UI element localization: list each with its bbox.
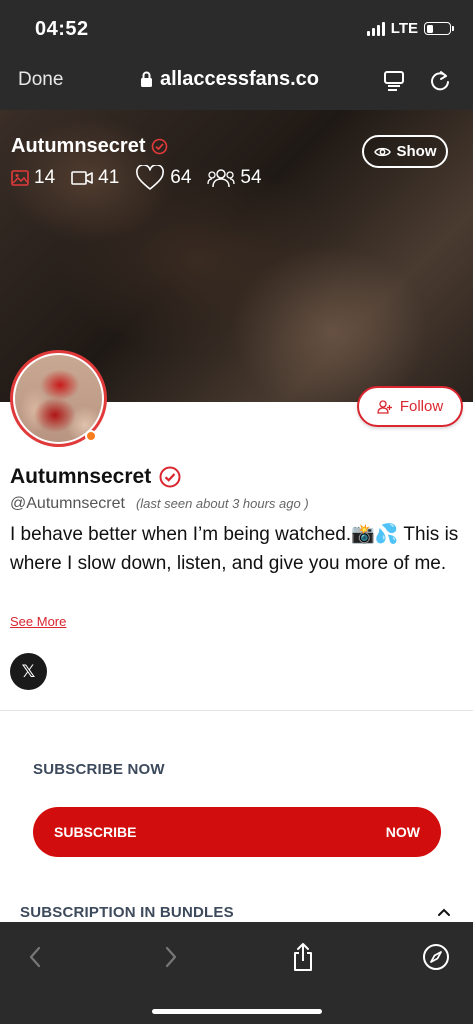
share-icon xyxy=(294,943,312,971)
followers-count: 54 xyxy=(240,167,262,188)
likes-count: 64 xyxy=(170,167,192,188)
lock-icon xyxy=(141,71,152,87)
back-button[interactable] xyxy=(20,942,50,972)
divider xyxy=(0,710,473,711)
x-social-button[interactable]: 𝕏 xyxy=(10,653,47,690)
chevron-left-icon xyxy=(29,946,41,968)
subscribe-button-now: NOW xyxy=(385,824,420,840)
cover-name: Autumnsecret xyxy=(11,135,168,158)
see-more-link[interactable]: See More xyxy=(10,614,66,629)
network-type: LTE xyxy=(390,20,418,37)
last-seen: (last seen about 3 hours ago ) xyxy=(135,496,309,511)
likes-stat: 64 xyxy=(135,165,191,191)
profile-handle: @Autumnsecret xyxy=(10,495,125,512)
videos-stat: 41 xyxy=(71,167,119,189)
status-time: 04:52 xyxy=(35,18,89,40)
video-icon xyxy=(71,171,93,185)
done-button[interactable]: Done xyxy=(18,69,63,91)
reader-icon[interactable] xyxy=(383,70,405,92)
image-icon xyxy=(11,170,29,186)
follow-label: Follow xyxy=(399,398,444,415)
reload-icon[interactable] xyxy=(429,70,451,92)
subscribe-button-label: SUBSCRIBE xyxy=(54,824,137,840)
url-bar[interactable]: allaccessfans.co xyxy=(140,68,319,91)
browser-bar: Done allaccessfans.co xyxy=(0,56,473,110)
status-indicators: LTE xyxy=(366,20,454,37)
status-bar: 04:52 LTE xyxy=(0,0,473,56)
signal-icon xyxy=(366,21,385,36)
verified-icon xyxy=(152,138,168,155)
profile-bio: I behave better when I’m being watched.📸… xyxy=(10,524,459,574)
cover-name-text: Autumnsecret xyxy=(11,135,146,157)
compass-icon xyxy=(423,944,449,970)
chevron-up-icon[interactable] xyxy=(437,907,451,917)
photos-count: 14 xyxy=(34,167,56,188)
followers-stat: 54 xyxy=(207,167,262,189)
photos-stat: 14 xyxy=(11,167,55,189)
battery-icon xyxy=(424,22,454,35)
home-indicator xyxy=(152,1009,322,1014)
videos-count: 41 xyxy=(98,167,120,188)
url-text: allaccessfans.co xyxy=(160,68,319,90)
profile-name: Autumnsecret xyxy=(10,465,181,489)
eye-icon xyxy=(373,147,391,156)
heart-icon xyxy=(136,165,165,190)
cover-stats: 14 41 64 54 xyxy=(11,165,278,191)
subscribe-button[interactable]: SUBSCRIBE NOW xyxy=(33,807,441,857)
verified-icon xyxy=(159,466,181,488)
follow-button[interactable]: Follow xyxy=(357,386,463,427)
users-icon xyxy=(207,169,236,188)
avatar-image xyxy=(15,355,102,442)
show-label: Show xyxy=(396,143,437,160)
add-user-icon xyxy=(377,399,392,414)
show-button[interactable]: Show xyxy=(362,135,448,168)
handle-row: @Autumnsecret (last seen about 3 hours a… xyxy=(10,495,309,513)
bundles-heading[interactable]: SUBSCRIPTION IN BUNDLES xyxy=(20,904,234,921)
safari-button[interactable] xyxy=(421,942,451,972)
online-status-dot xyxy=(85,430,97,442)
subscribe-heading: SUBSCRIBE NOW xyxy=(33,761,165,778)
share-button[interactable] xyxy=(288,942,318,972)
profile-name-text: Autumnsecret xyxy=(10,465,152,488)
forward-button[interactable] xyxy=(156,942,186,972)
chevron-right-icon xyxy=(165,946,177,968)
